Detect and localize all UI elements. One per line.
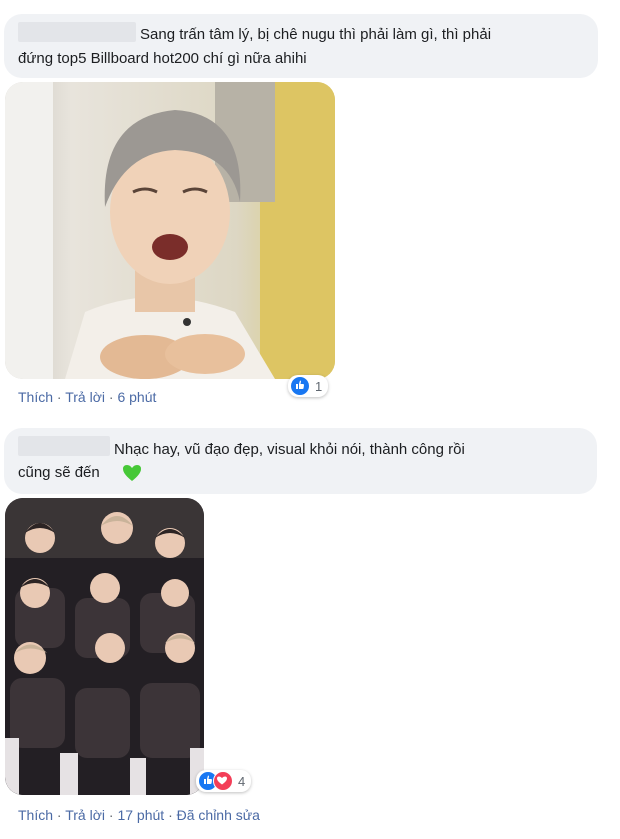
redacted-author-name[interactable] [18, 22, 136, 42]
green-heart-icon [122, 464, 142, 489]
comment-text-line: đứng top5 Billboard hot200 chí gì nữa ah… [18, 50, 307, 67]
love-icon [213, 771, 233, 791]
like-link[interactable]: Thích [18, 807, 53, 823]
edited-link[interactable]: Đã chỉnh sửa [177, 807, 260, 823]
comment-bubble-1: Sang trấn tâm lý, bị chê nugu thì phải l… [4, 14, 598, 78]
reaction-summary-1[interactable]: 1 [288, 375, 329, 397]
like-link[interactable]: Thích [18, 389, 53, 405]
reply-link[interactable]: Trả lời [65, 389, 105, 405]
comment-text-line: Sang trấn tâm lý, bị chê nugu thì phải l… [140, 26, 492, 43]
comment-text-line: Nhạc hay, vũ đạo đẹp, visual khỏi nói, t… [114, 441, 465, 458]
comment-photo-person[interactable] [5, 82, 335, 379]
comment-photo-group[interactable] [5, 498, 204, 795]
redacted-author-name[interactable] [18, 436, 110, 456]
group-photo [5, 498, 204, 795]
timestamp-link[interactable]: 17 phút [117, 807, 164, 823]
comment-actions-1: Thích · Trả lời · 6 phút [18, 389, 156, 405]
reaction-count: 1 [315, 378, 323, 394]
separator-dot: · [168, 807, 177, 823]
person-gasping-photo [5, 82, 335, 379]
comment-bubble-2: Nhạc hay, vũ đạo đẹp, visual khỏi nói, t… [4, 428, 597, 494]
comment-text-line: cũng sẽ đến [18, 464, 100, 481]
reply-link[interactable]: Trả lời [65, 807, 105, 823]
separator-dot: · [56, 389, 66, 405]
reaction-summary-2[interactable]: 4 [196, 770, 252, 792]
like-icon [290, 376, 310, 396]
separator-dot: · [56, 807, 66, 823]
comment-actions-2: Thích · Trả lời · 17 phút · Đã chỉnh sửa [18, 807, 260, 823]
timestamp-link[interactable]: 6 phút [117, 389, 156, 405]
reaction-count: 4 [238, 773, 246, 789]
